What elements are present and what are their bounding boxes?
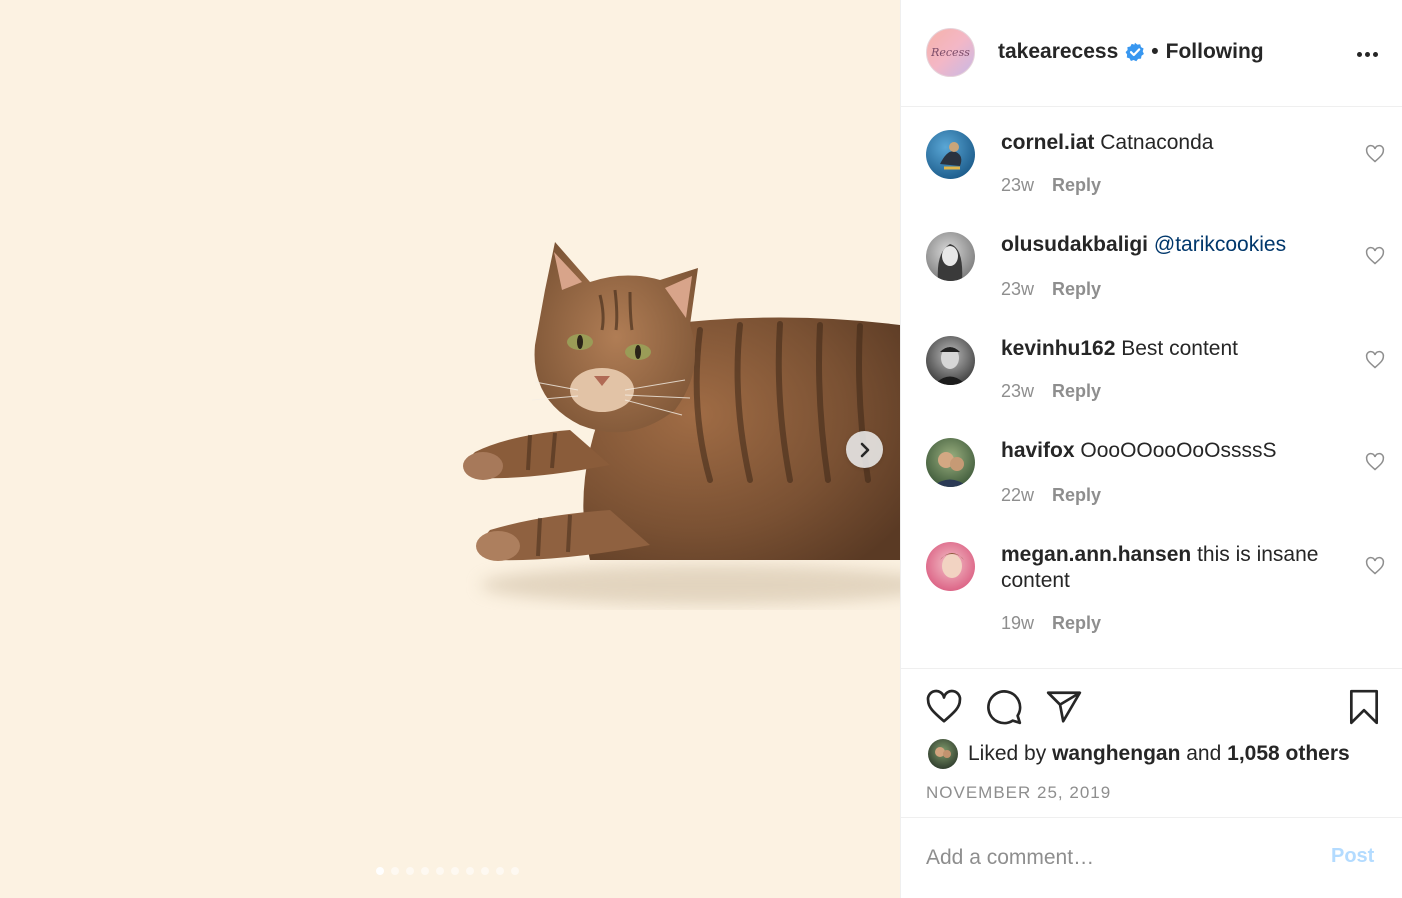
carousel-dot xyxy=(376,867,384,875)
verified-badge-icon xyxy=(1125,42,1145,62)
chevron-right-icon xyxy=(860,442,869,457)
likes-count-link[interactable]: 1,058 others xyxy=(1227,742,1350,766)
reply-button[interactable]: Reply xyxy=(1052,175,1101,196)
avatar[interactable] xyxy=(928,739,958,769)
post-media[interactable] xyxy=(0,0,900,898)
comment-meta: 23w Reply xyxy=(1001,381,1101,402)
comment-meta: 22w Reply xyxy=(1001,485,1101,506)
comment-body: Best content xyxy=(1121,337,1238,360)
comment-like-heart-icon[interactable] xyxy=(1365,144,1385,164)
heart-icon[interactable] xyxy=(925,688,963,726)
carousel-dot xyxy=(481,867,489,875)
post-header: Recess takearecess • Following xyxy=(901,0,1402,107)
carousel-dot xyxy=(451,867,459,875)
carousel-indicator xyxy=(376,867,519,875)
likes-summary: Liked by wanghengan and 1,058 others xyxy=(928,739,1350,769)
author-line: takearecess • Following xyxy=(998,40,1264,64)
carousel-dot xyxy=(496,867,504,875)
reply-button[interactable]: Reply xyxy=(1052,485,1101,506)
add-comment-bar: Post xyxy=(901,818,1402,898)
header-separator: • xyxy=(1151,40,1159,63)
comment-text: havifox OooOOooOoOssssS xyxy=(1001,438,1346,464)
comment-username[interactable]: havifox xyxy=(1001,439,1075,462)
comment-time: 23w xyxy=(1001,175,1035,195)
following-button[interactable]: Following xyxy=(1166,40,1264,64)
likes-prefix: Liked by xyxy=(968,742,1047,765)
carousel-dot xyxy=(406,867,414,875)
comment-like-heart-icon[interactable] xyxy=(1365,350,1385,370)
carousel-dot xyxy=(466,867,474,875)
liker-username[interactable]: wanghengan xyxy=(1052,742,1180,766)
comment-meta: 23w Reply xyxy=(1001,279,1101,300)
carousel-dot xyxy=(391,867,399,875)
cat-photo xyxy=(450,230,900,610)
comment-bubble-icon[interactable] xyxy=(985,688,1023,726)
comment-like-heart-icon[interactable] xyxy=(1365,452,1385,472)
post-date: NOVEMBER 25, 2019 xyxy=(926,783,1112,802)
comment-text: cornel.iat Catnaconda xyxy=(1001,130,1346,156)
comment-meta: 23w Reply xyxy=(1001,175,1101,196)
likes-conjunction: and xyxy=(1186,742,1222,765)
avatar[interactable] xyxy=(926,336,975,385)
avatar[interactable] xyxy=(926,130,975,179)
comment-like-heart-icon[interactable] xyxy=(1365,556,1385,576)
comment-meta: 19w Reply xyxy=(1001,613,1101,634)
avatar[interactable] xyxy=(926,438,975,487)
reply-button[interactable]: Reply xyxy=(1052,381,1101,402)
paper-plane-icon[interactable] xyxy=(1045,688,1083,726)
carousel-next-button[interactable] xyxy=(846,431,883,468)
more-options-icon[interactable] xyxy=(1353,40,1381,68)
comment-username[interactable]: megan.ann.hansen xyxy=(1001,543,1191,566)
comment-time: 23w xyxy=(1001,381,1035,401)
reply-button[interactable]: Reply xyxy=(1052,613,1101,634)
post-comment-button[interactable]: Post xyxy=(1331,845,1374,868)
add-comment-input[interactable] xyxy=(926,840,1306,876)
author-username[interactable]: takearecess xyxy=(998,40,1118,64)
comment-time: 23w xyxy=(1001,279,1035,299)
carousel-dot xyxy=(511,867,519,875)
carousel-dot xyxy=(421,867,429,875)
comment-time: 22w xyxy=(1001,485,1035,505)
comment-body: OooOOooOoOssssS xyxy=(1080,439,1277,462)
avatar[interactable] xyxy=(926,542,975,591)
comment-username[interactable]: olusudakbaligi xyxy=(1001,233,1148,256)
comment-username[interactable]: cornel.iat xyxy=(1001,131,1094,154)
comment-text: megan.ann.hansen this is insane content xyxy=(1001,542,1346,594)
comment-body: Catnaconda xyxy=(1100,131,1214,154)
author-avatar-logo-text: Recess xyxy=(931,46,970,59)
bookmark-icon[interactable] xyxy=(1345,688,1383,726)
comment-like-heart-icon[interactable] xyxy=(1365,246,1385,266)
comment-text: kevinhu162 Best content xyxy=(1001,336,1346,362)
carousel-dot xyxy=(436,867,444,875)
reply-button[interactable]: Reply xyxy=(1052,279,1101,300)
comment-username[interactable]: kevinhu162 xyxy=(1001,337,1115,360)
post-sidebar: Recess takearecess • Following cornel.ia… xyxy=(900,0,1402,898)
comment-text: olusudakbaligi @tarikcookies xyxy=(1001,232,1346,258)
avatar[interactable] xyxy=(926,232,975,281)
author-avatar[interactable]: Recess xyxy=(926,28,975,77)
post-actions: Liked by wanghengan and 1,058 others NOV… xyxy=(901,668,1402,818)
comment-time: 19w xyxy=(1001,613,1035,633)
comment-mention-link[interactable]: @tarikcookies xyxy=(1154,233,1286,256)
